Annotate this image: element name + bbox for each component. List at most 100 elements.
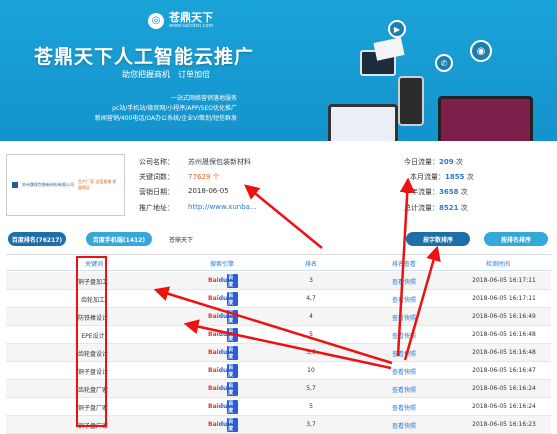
baidu-logo-icon: Bai du 百度 (208, 309, 238, 324)
baidu-logo-part: 百度 (227, 345, 238, 360)
baidu-logo-part: Bai (208, 403, 219, 410)
traffic-unit: 次 (455, 158, 463, 166)
today-traffic-label: 今日流量： (404, 158, 439, 166)
rank-cell: 3,7 (306, 421, 316, 428)
promo-url-link[interactable]: http://www.xunba... (188, 203, 257, 211)
baidu-logo-part: Bai (208, 295, 219, 302)
baidu-logo-part: 百度 (227, 309, 238, 324)
company-name-label: 公司名称： (139, 158, 174, 166)
check-time-cell: 2018-06-05 16:16:48 (472, 349, 536, 356)
tab-cangding[interactable]: 苍鼎天下 (156, 232, 206, 246)
baidu-logo-part: Bai (208, 331, 219, 338)
baidu-logo-part: du (218, 313, 228, 320)
baidu-logo-part: 百度 (227, 327, 238, 342)
banner-line: 一站式网络营销落地服务 (170, 95, 237, 102)
baidu-logo-icon: Bai du 百度 (208, 345, 238, 360)
keyword-highlight-box (76, 256, 107, 427)
check-time-cell: 2018-06-05 16:16:49 (472, 313, 536, 320)
today-traffic: 今日流量：209 次 (404, 157, 463, 167)
check-time-cell: 2018-06-05 16:17:11 (472, 295, 536, 302)
tablet-icon (438, 96, 533, 141)
brand-logo: ◎ 苍鼎天下 www.saicdsn.com (148, 12, 213, 29)
baidu-logo-part: du (218, 277, 228, 284)
baidu-logo-icon: Bai du 百度 (208, 363, 238, 378)
baidu-logo-part: du (218, 331, 228, 338)
snapshot-link[interactable]: 查看快照 (384, 403, 424, 412)
baidu-logo-part: du (218, 385, 228, 392)
month-traffic-label: 本月流量： (410, 173, 445, 181)
baidu-logo-part: du (218, 295, 228, 302)
company-logo-tagline: 生产厂家 全国直销 质量保证 (78, 179, 117, 190)
rank-cell: 4 (309, 313, 313, 320)
banner-line: 新闻营销/400电话/OA办公系统/企业VI策划/短信群发 (94, 115, 237, 122)
baidu-logo-icon: Bai du 百度 (208, 381, 238, 396)
baidu-logo-part: Bai (208, 349, 219, 356)
rank-cell: 5,6 (306, 349, 316, 356)
header-engine: 搜索引擎 (209, 261, 234, 268)
snapshot-link[interactable]: 查看快照 (384, 367, 424, 376)
banner-subtitle: 助您把握商机 订单加倍 (122, 70, 210, 79)
rank-cell: 3 (309, 277, 313, 284)
check-time-cell: 2018-06-05 16:16:47 (472, 367, 536, 374)
company-logo-icon (12, 182, 18, 188)
baidu-logo-icon: Bai du 百度 (208, 327, 238, 342)
baidu-logo-icon: Bai du 百度 (208, 291, 238, 306)
snapshot-link[interactable]: 查看快照 (384, 277, 424, 286)
rank-cell: 5 (309, 331, 313, 338)
baidu-logo-part: 百度 (227, 291, 238, 306)
rank-cell: 5,7 (306, 385, 316, 392)
traffic-unit: 次 (460, 204, 468, 212)
snapshot-link[interactable]: 查看快照 (384, 349, 424, 358)
keywords-value: 77629 个 (188, 173, 220, 181)
traffic-unit: 次 (460, 188, 468, 196)
phone-icon (398, 76, 424, 126)
baidu-logo-part: 百度 (227, 399, 238, 414)
snapshot-link[interactable]: 查看快照 (384, 331, 424, 340)
url-label: 推广地址： (139, 204, 174, 212)
baidu-logo-part: 百度 (227, 363, 238, 378)
promo-banner: ◎ 苍鼎天下 www.saicdsn.com 苍鼎天下人工智能云推广 助您把握商… (0, 0, 557, 141)
check-time-cell: 2018-06-05 16:16:23 (472, 421, 536, 428)
baidu-logo-part: du (218, 403, 228, 410)
wechat-icon: ✆ (435, 54, 453, 72)
check-time-cell: 2018-06-05 16:16:24 (472, 385, 536, 392)
video-icon: ▶ (388, 20, 406, 38)
brand-name: 苍鼎天下 (169, 11, 213, 24)
banner-line: pc站/手机站/微官网/小程序/APP/SEO优化推广 (112, 105, 237, 112)
banner-devices-illustration: ◉ ✆ ▶ (320, 20, 550, 141)
check-time-cell: 2018-06-05 16:16:48 (472, 331, 536, 338)
sort-by-length-button[interactable]: 按字数排序 (406, 232, 470, 246)
snapshot-link[interactable]: 查看快照 (384, 421, 424, 430)
header-rank: 排名 (304, 261, 317, 268)
rank-cell: 10 (307, 367, 315, 374)
company-info-panel: 苏州晟保包装新材料有限公司 生产厂家 全国直销 质量保证 公司名称： 苏州晟保包… (0, 148, 557, 228)
snapshot-link[interactable]: 查看快照 (384, 385, 424, 394)
ranking-tabs: 百度排名(76217) 百度手机端(1412) 苍鼎天下 按字数排序 按排名排序 (0, 228, 557, 250)
baidu-logo-icon: Bai du 百度 (208, 399, 238, 414)
rank-cell: 4,7 (306, 295, 316, 302)
brand-mark-icon: ◎ (148, 12, 164, 29)
total-traffic-label: 总计流量： (404, 204, 439, 212)
baidu-logo-part: Bai (208, 277, 219, 284)
total-traffic: 总计流量：8521 次 (404, 203, 468, 213)
snapshot-link[interactable]: 查看快照 (384, 313, 424, 322)
baidu-logo-part: Bai (208, 313, 219, 320)
rank-cell: 5 (309, 403, 313, 410)
baidu-logo-part: 百度 (227, 273, 238, 288)
check-time-cell: 2018-06-05 16:16:24 (472, 403, 536, 410)
today-traffic-value: 209 (439, 158, 454, 166)
tab-baidu-ranking[interactable]: 百度排名(76217) (8, 232, 66, 246)
tab-baidu-mobile[interactable]: 百度手机端(1412) (86, 232, 152, 246)
baidu-logo-part: Bai (208, 367, 219, 374)
date-label: 营销日期： (139, 188, 174, 196)
sort-by-rank-button[interactable]: 按排名排序 (484, 232, 548, 246)
traffic-unit: 次 (466, 173, 474, 181)
company-logo-text: 苏州晟保包装新材料有限公司 (22, 182, 74, 187)
brand-url: www.saicdsn.com (169, 23, 214, 29)
snapshot-link[interactable]: 查看快照 (384, 295, 424, 304)
company-logo: 苏州晟保包装新材料有限公司 生产厂家 全国直销 质量保证 (6, 154, 125, 216)
baidu-logo-icon: Bai du 百度 (208, 417, 238, 432)
banner-service-lines: 一站式网络营销落地服务 pc站/手机站/微官网/小程序/APP/SEO优化推广 … (0, 94, 237, 124)
baidu-logo-part: Bai (208, 385, 219, 392)
keywords-label: 关键词数： (139, 173, 174, 181)
